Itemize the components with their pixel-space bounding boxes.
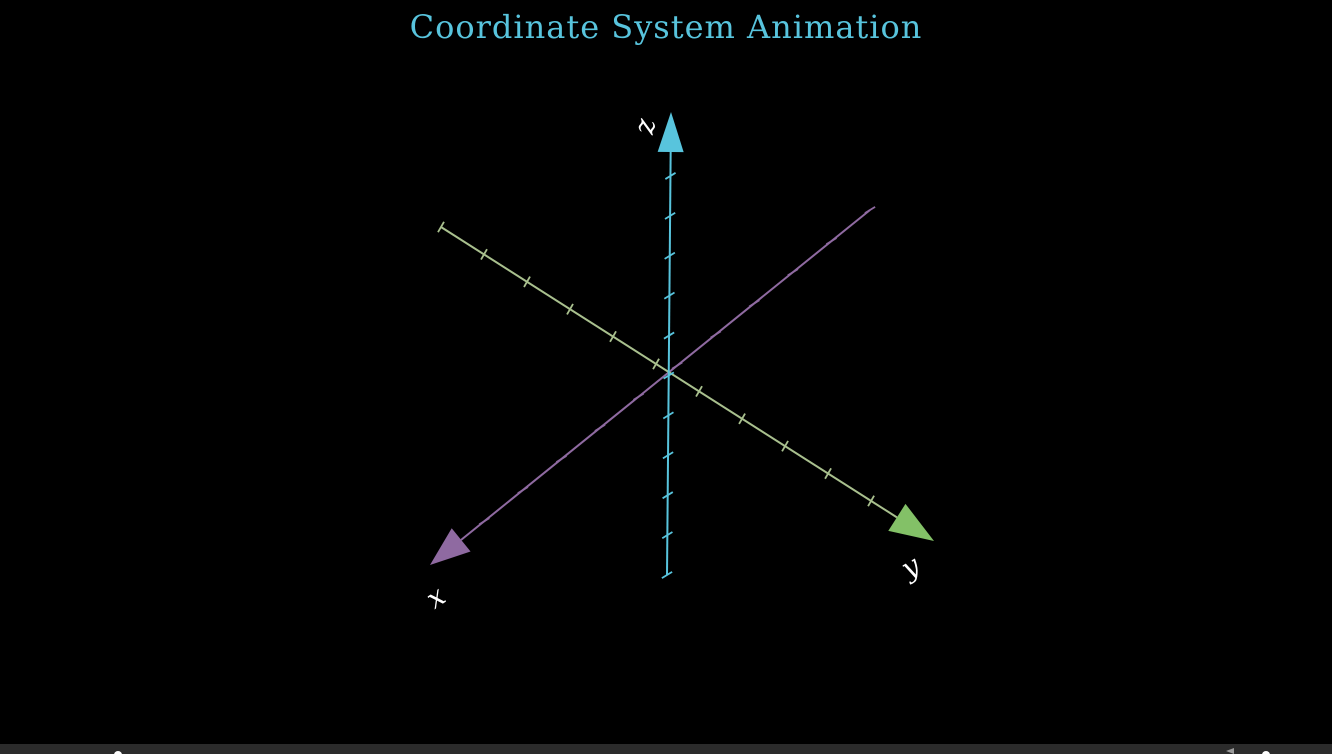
x-axis-label: x [420,579,452,615]
x-axis-tick [555,455,567,463]
speaker-icon[interactable] [1226,748,1234,754]
x-axis-tick [517,486,529,494]
y-axis-tick [781,440,789,452]
x-axis-tick [632,392,645,401]
y-axis-tick [523,276,531,288]
z-axis [657,112,684,579]
video-player-bar[interactable] [0,744,1332,754]
y-axis-tick [652,358,660,370]
y-axis-tick [480,248,488,261]
y-axis-tick [824,467,832,480]
z-axis-label: z [627,116,662,137]
y-axis [437,221,934,541]
y-axis-tick [867,495,875,507]
y-axis-arrowhead [888,503,934,541]
x-axis [430,206,876,565]
x-axis-tick [710,330,722,339]
x-axis-tick [748,299,760,308]
y-axis-tick [695,385,703,398]
z-axis-arrowhead [657,112,684,153]
x-axis-arrowhead [430,528,471,565]
x-axis-tick [478,517,490,526]
x-axis-tick [787,268,799,277]
x-axis-tick [825,237,837,246]
animation-frame: Coordinate System Animation x y z [0,0,1332,754]
x-axis-tick [864,206,876,214]
y-axis-tick [609,330,617,343]
y-axis-label: y [893,548,926,586]
x-axis-tick [671,361,683,370]
y-axis-tick [437,221,445,233]
y-axis-tick [566,303,574,315]
y-axis-tick [738,413,746,425]
coordinate-axes-diagram: x y z [420,112,934,615]
x-axis-tick [594,423,606,432]
